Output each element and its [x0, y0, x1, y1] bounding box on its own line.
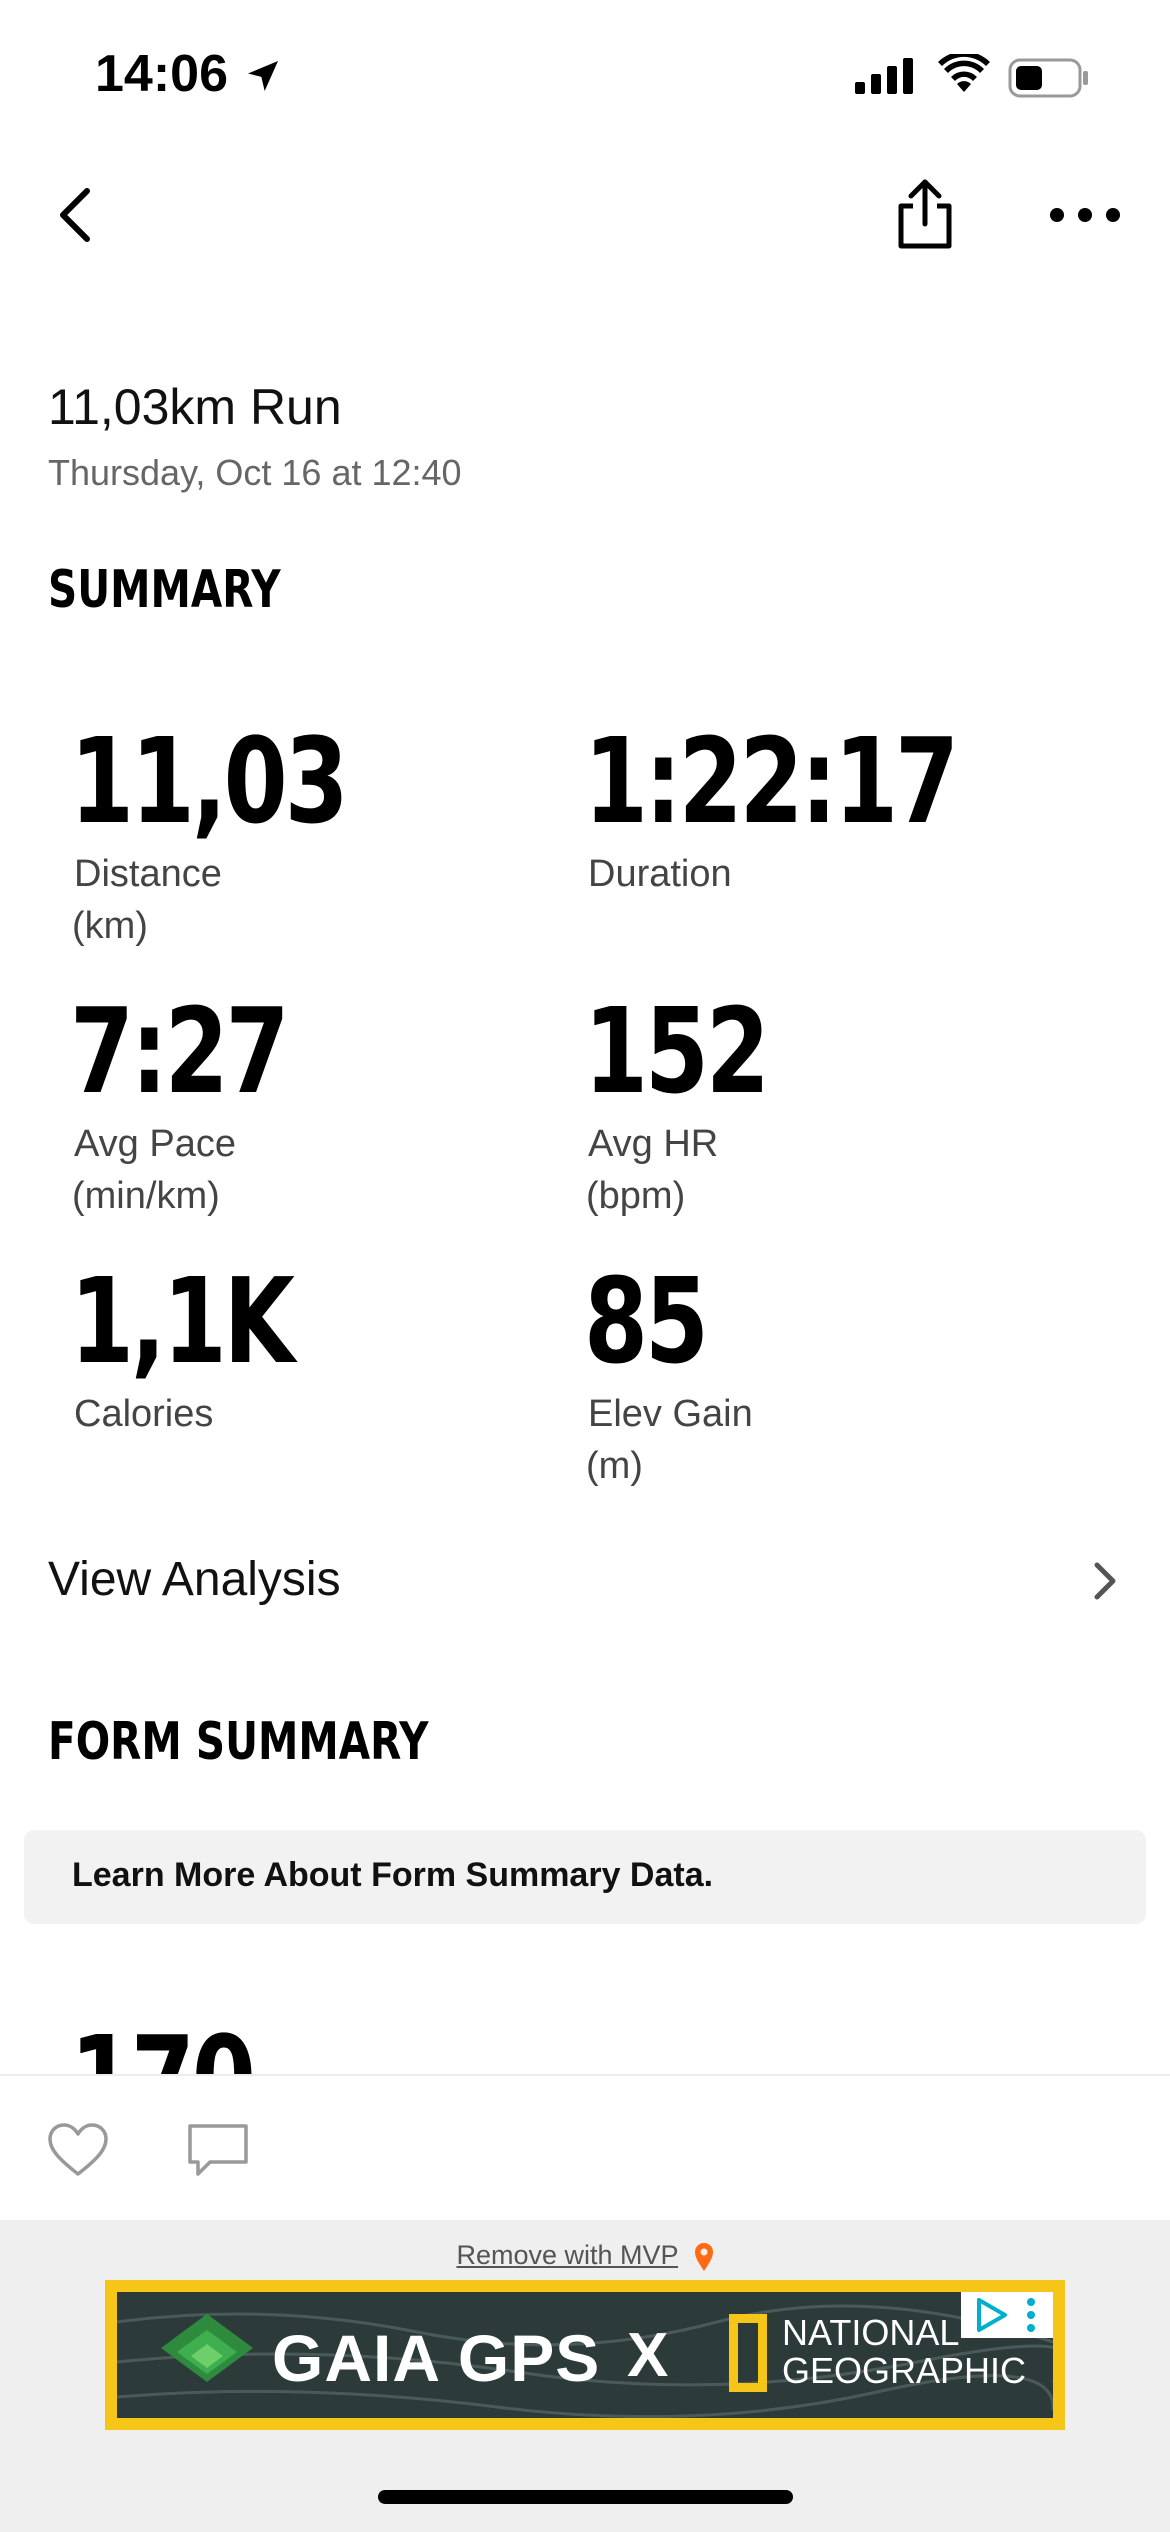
comment-icon	[188, 2124, 248, 2176]
status-bar: 14:06	[0, 0, 1170, 150]
stat-unit: (m)	[586, 1445, 643, 1487]
remove-ads-label: Remove with MVP	[456, 2240, 679, 2270]
stat-elev-gain: 85 Elev Gain (m)	[584, 1262, 753, 1492]
ad-banner-content: GAIA GPS X NATIONAL GEOGRAPHIC	[117, 2292, 1053, 2418]
stat-avg-hr: 152 Avg HR (bpm)	[584, 992, 818, 1222]
stat-unit: (km)	[72, 905, 148, 947]
summary-heading: SUMMARY	[48, 560, 281, 620]
stat-value: 11,03	[70, 712, 349, 850]
like-button[interactable]	[40, 2112, 116, 2188]
stat-value: 1,1K	[70, 1252, 295, 1390]
gaia-logo-icon	[161, 2314, 253, 2382]
remove-ads-link[interactable]: Remove with MVP	[0, 2240, 1170, 2272]
activity-date: Thursday, Oct 16 at 12:40	[48, 452, 462, 493]
activity-title: 11,03km Run	[48, 379, 342, 435]
ad-banner[interactable]: GAIA GPS X NATIONAL GEOGRAPHIC	[105, 2280, 1065, 2430]
status-time: 14:06	[95, 45, 228, 103]
stat-distance: 11,03 Distance (km)	[70, 722, 423, 952]
stat-label: Calories	[74, 1393, 214, 1435]
ad-choices-icon	[977, 2298, 1035, 2332]
map-pin-icon	[694, 2242, 713, 2271]
stat-label: Avg HR	[588, 1123, 719, 1165]
comment-button[interactable]	[180, 2112, 256, 2188]
stat-unit: (min/km)	[72, 1175, 220, 1217]
form-stat-peek: 170	[70, 2020, 304, 2076]
ad-partner-line2: GEOGRAPHIC	[782, 2350, 1027, 2391]
stat-unit: (bpm)	[586, 1175, 686, 1217]
view-analysis-row[interactable]: View Analysis	[0, 1530, 1170, 1630]
form-summary-heading: FORM SUMMARY	[48, 1712, 429, 1772]
stat-label: Elev Gain	[588, 1393, 753, 1435]
stat-duration: 1:22:17 Duration	[584, 722, 1061, 900]
form-stat-value: 170	[70, 2020, 256, 2076]
stat-value: 85	[584, 1252, 709, 1390]
stat-label: Duration	[588, 853, 732, 895]
stat-avg-pace: 7:27 Avg Pace (min/km)	[70, 992, 348, 1222]
ad-separator: X	[627, 2321, 669, 2390]
stat-label: Avg Pace	[74, 1123, 236, 1165]
view-analysis-label: View Analysis	[48, 1553, 341, 1606]
learn-more-button[interactable]: Learn More About Form Summary Data.	[24, 1830, 1146, 1924]
heart-icon	[48, 2123, 108, 2176]
location-arrow-icon	[248, 61, 278, 91]
stat-value: 152	[584, 982, 770, 1120]
back-button[interactable]	[40, 180, 110, 250]
stat-value: 7:27	[70, 982, 290, 1120]
signal-icon	[855, 58, 913, 94]
learn-more-label: Learn More About Form Summary Data.	[72, 1856, 714, 1894]
home-indicator[interactable]	[378, 2490, 793, 2504]
share-icon	[898, 179, 952, 249]
more-dots-icon	[1050, 208, 1120, 222]
natgeo-logo-icon	[729, 2314, 767, 2392]
share-button[interactable]	[890, 174, 960, 254]
nav-bar	[0, 160, 1170, 270]
more-options-button[interactable]	[1040, 180, 1130, 250]
chevron-right-icon	[1094, 1562, 1116, 1600]
action-bar	[0, 2074, 1170, 2222]
stat-calories: 1,1K Calories	[70, 1262, 354, 1440]
stat-label: Distance	[74, 853, 222, 895]
back-chevron-icon	[60, 188, 90, 242]
ad-area: Remove with MVP GAIA GPS X NATIONAL GEOG…	[0, 2220, 1170, 2532]
ad-choices-button[interactable]	[961, 2292, 1053, 2338]
ad-brand: GAIA GPS	[272, 2321, 601, 2395]
stat-value: 1:22:17	[584, 712, 959, 850]
battery-icon	[1008, 58, 1088, 98]
wifi-icon	[938, 54, 990, 92]
